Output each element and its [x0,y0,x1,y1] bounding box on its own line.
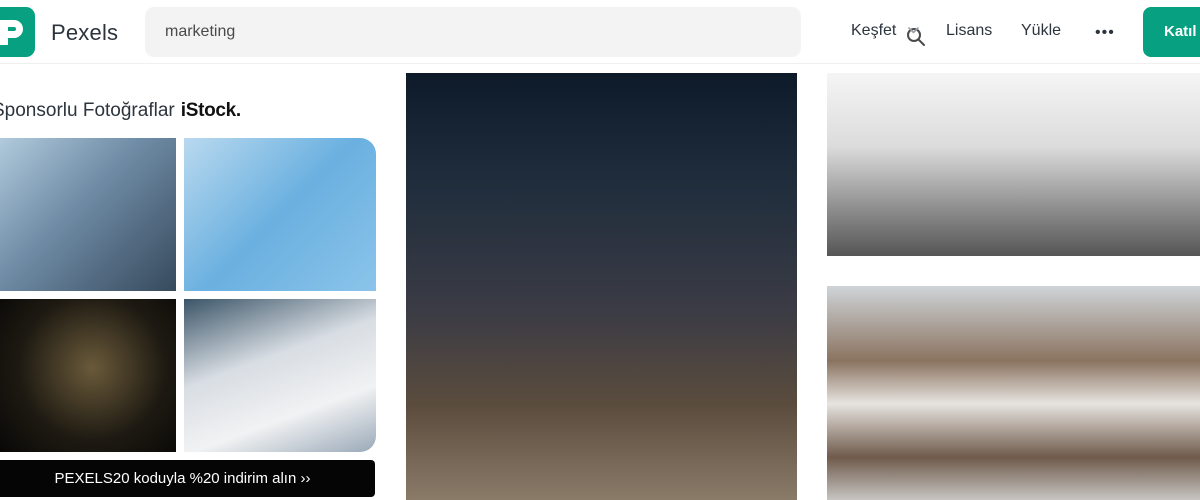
brand-name[interactable]: Pexels [51,20,118,46]
search-input[interactable] [165,7,745,57]
search-bar[interactable] [145,7,925,57]
pexels-logo-icon[interactable] [0,7,35,57]
join-button[interactable]: Katıl [1143,7,1200,57]
sponsored-photo-tablet-chart[interactable] [184,138,376,291]
sponsored-photo-team-desk[interactable] [184,299,376,452]
photo-public-market-sign[interactable] [827,73,1200,256]
chevron-down-icon[interactable] [908,27,919,34]
nav-upload[interactable]: Yükle [1021,22,1061,40]
sponsored-label: Sponsorlu Fotoğraflar [0,100,175,121]
nav-explore[interactable]: Keşfet [851,22,896,40]
top-navbar: Pexels Keşfet Lisans Yükle ••• Katıl [0,0,1200,64]
istock-logo[interactable]: iStock. [181,100,242,121]
promo-code-banner[interactable]: PEXELS20 koduyla %20 indirim alın ›› [0,460,375,497]
more-menu-icon[interactable]: ••• [1095,24,1115,42]
sponsored-title: Sponsorlu Fotoğraflar iStock. [0,100,241,122]
sponsored-photo-ad-laptop[interactable] [0,138,176,291]
nav-license[interactable]: Lisans [946,22,992,40]
sponsored-photo-lightbulbs[interactable] [0,299,176,452]
photo-rainy-street[interactable] [406,73,797,500]
photo-dvd-shelves[interactable] [827,286,1200,500]
